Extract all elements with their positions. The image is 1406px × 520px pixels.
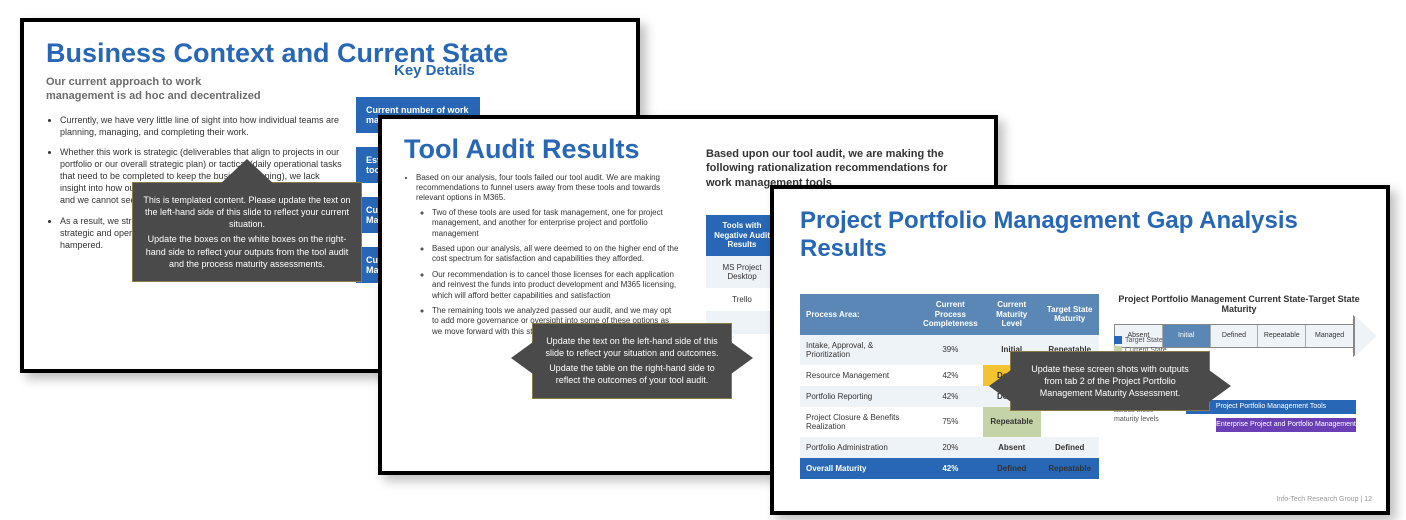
tooltip-arrow-icon [1209,370,1231,402]
level: Defined [1211,325,1259,347]
th: Current Process Completeness [918,294,983,335]
tooltip-arrow-icon [219,159,275,185]
key-details-heading: Key Details [394,62,475,79]
table-row-overall: Overall Maturity42%DefinedRepeatable [800,458,1099,479]
slide2-bullets: Based on our analysis, four tools failed… [382,173,702,337]
tooltip-text: Update the text on the left-hand side of… [543,335,721,359]
tooltip-arrow-icon [989,370,1011,402]
diagram-bar: Enterprise Project and Portfolio Managem… [1216,418,1356,432]
th: Process Area: [800,294,918,335]
slide3-title: Project Portfolio Management Gap Analysi… [774,189,1386,274]
slide2-sub-bullet: Two of these tools are used for task man… [432,208,680,239]
level: Initial [1163,325,1211,347]
level: Repeatable [1258,325,1306,347]
level: Managed [1306,325,1353,347]
th: Current Maturity Level [983,294,1041,335]
th: Tools with Negative Audit Results [706,215,778,256]
bullet-text: Based on our analysis, four tools failed… [416,173,660,203]
tooltip-arrow-icon [511,342,533,374]
tooltip-arrow-icon [731,342,753,374]
slide1-title: Business Context and Current State [24,22,636,75]
maturity-diagram: Project Portfolio Management Current Sta… [1114,294,1374,354]
slide2-sub-bullet: Our recommendation is to cancel those li… [432,270,680,301]
diagram-title: Project Portfolio Management Current Sta… [1114,294,1364,314]
slide2-bullet: Based on our analysis, four tools failed… [416,173,680,337]
table-row: Portfolio Administration20%AbsentDefined [800,437,1099,458]
slide3-tooltip: Update these screen shots with outputs f… [1010,351,1210,411]
slide3-footer: Info-Tech Research Group | 12 [1276,496,1372,503]
slide2-right-title: Based upon our tool audit, we are making… [706,147,956,190]
slide1-bullet: Currently, we have very little line of s… [60,114,342,138]
slide1-tooltip: This is templated content. Please update… [132,182,362,282]
slide-gap-analysis: Project Portfolio Management Gap Analysi… [770,185,1390,515]
diagram-bar: Project Portfolio Management Tools [1186,400,1356,414]
tooltip-text: Update the boxes on the white boxes on t… [143,233,351,269]
th: Target State Maturity [1041,294,1099,335]
tooltip-text: Update the table on the right-hand side … [543,362,721,386]
tooltip-text: This is templated content. Please update… [143,194,351,230]
tooltip-text: Update these screen shots with outputs f… [1021,363,1199,399]
slide2-sub-bullet: Based upon our analysis, all were deemed… [432,244,680,265]
slide2-tooltip: Update the text on the left-hand side of… [532,323,732,399]
slide1-subtitle: Our current approach to work management … [24,75,284,104]
